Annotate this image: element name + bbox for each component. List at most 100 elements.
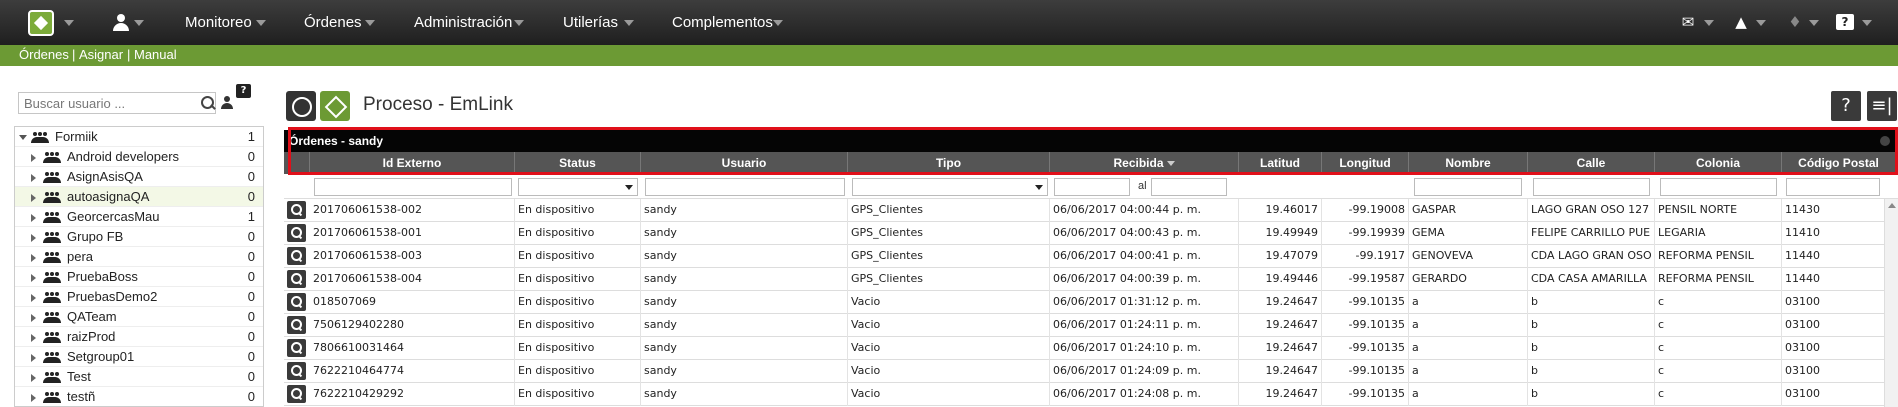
view-order-magnifier-icon[interactable] bbox=[287, 201, 306, 219]
tree-item[interactable]: Test 0 bbox=[15, 367, 263, 387]
tree-item[interactable]: Formiik 1 bbox=[15, 127, 263, 147]
view-order-magnifier-icon[interactable] bbox=[287, 270, 306, 288]
alert-icon[interactable]: ▲ bbox=[1732, 14, 1750, 30]
table-cell: 03100 bbox=[1782, 314, 1896, 337]
column-header[interactable]: Calle bbox=[1528, 152, 1655, 174]
column-header[interactable]: Usuario bbox=[641, 152, 848, 174]
expand-arrow-icon[interactable] bbox=[31, 354, 36, 362]
user-search-input[interactable] bbox=[19, 93, 189, 113]
tree-item[interactable]: Android developers 0 bbox=[15, 147, 263, 167]
column-header[interactable]: Recibida bbox=[1050, 152, 1239, 174]
filter-recibida-to-input[interactable] bbox=[1151, 178, 1227, 196]
filter-status-select[interactable] bbox=[518, 178, 638, 196]
tree-item[interactable]: PruebasDemo2 0 bbox=[15, 287, 263, 307]
table-row[interactable]: 7622210429292 En dispositivo sandy Vacio 06/… bbox=[284, 383, 1896, 406]
expand-arrow-icon[interactable] bbox=[31, 294, 36, 302]
column-header[interactable]: Longitud bbox=[1322, 152, 1409, 174]
expand-arrow-icon[interactable] bbox=[31, 394, 36, 402]
filter-calle-input[interactable] bbox=[1533, 178, 1650, 196]
app-logo-icon[interactable] bbox=[28, 10, 54, 36]
view-order-magnifier-icon[interactable] bbox=[287, 293, 306, 311]
tree-item[interactable]: Setgroup01 0 bbox=[15, 347, 263, 367]
nav-utilerias[interactable]: Utilerías bbox=[563, 0, 618, 45]
column-header[interactable]: Status bbox=[515, 152, 641, 174]
logo-chevron-down-icon[interactable] bbox=[64, 20, 74, 26]
help-button[interactable]: ? bbox=[1831, 91, 1861, 121]
column-header[interactable]: Id Externo bbox=[310, 152, 515, 174]
nav-administracion[interactable]: Administración bbox=[414, 0, 512, 45]
bell-icon[interactable]: ♦ bbox=[1786, 14, 1804, 30]
filter-colonia-input[interactable] bbox=[1660, 178, 1777, 196]
tree-item[interactable]: Grupo FB 0 bbox=[15, 227, 263, 247]
tree-scrollbar[interactable] bbox=[263, 127, 264, 407]
table-cell: En dispositivo bbox=[515, 222, 641, 245]
expand-arrow-icon[interactable] bbox=[31, 194, 36, 202]
tree-item[interactable]: AsignAsisQA 0 bbox=[15, 167, 263, 187]
grid-scrollbar[interactable] bbox=[1884, 199, 1898, 407]
search-icon[interactable] bbox=[200, 95, 216, 111]
table-row[interactable]: 7506129402280 En dispositivo sandy Vacio 06/… bbox=[284, 314, 1896, 337]
nav-monitoreo[interactable]: Monitoreo bbox=[185, 0, 252, 45]
user-chevron-down-icon[interactable] bbox=[134, 20, 144, 26]
table-row[interactable]: 201706061538-001 En dispositivo sandy GPS_C… bbox=[284, 222, 1896, 245]
table-cell: a bbox=[1409, 337, 1528, 360]
expand-arrow-icon[interactable] bbox=[31, 374, 36, 382]
cubes-icon bbox=[320, 91, 350, 121]
table-row[interactable]: 7806610031464 En dispositivo sandy Vacio 06/… bbox=[284, 337, 1896, 360]
nav-ordenes[interactable]: Órdenes bbox=[304, 0, 362, 45]
table-row[interactable]: 201706061538-004 En dispositivo sandy GPS_C… bbox=[284, 268, 1896, 291]
filter-tipo-select[interactable] bbox=[852, 178, 1048, 196]
tree-item[interactable]: QATeam 0 bbox=[15, 307, 263, 327]
filter-codigo-postal-input[interactable] bbox=[1786, 178, 1880, 196]
tree-item[interactable]: pera 0 bbox=[15, 247, 263, 267]
tree-item[interactable]: autoasignaQA 0 bbox=[15, 187, 263, 207]
subnav-ordenes-link[interactable]: Órdenes bbox=[19, 47, 69, 62]
view-order-magnifier-icon[interactable] bbox=[287, 247, 306, 265]
view-order-magnifier-icon[interactable] bbox=[287, 316, 306, 334]
tree-item[interactable]: PruebaBoss 0 bbox=[15, 267, 263, 287]
tree-item-label: testñ bbox=[67, 389, 96, 404]
filter-id-externo-input[interactable] bbox=[314, 178, 512, 196]
view-order-magnifier-icon[interactable] bbox=[287, 362, 306, 380]
view-order-magnifier-icon[interactable] bbox=[287, 224, 306, 242]
expand-arrow-icon[interactable] bbox=[31, 174, 36, 182]
column-header[interactable]: Colonia bbox=[1655, 152, 1782, 174]
column-header[interactable]: Tipo bbox=[848, 152, 1050, 174]
table-row[interactable]: 7622210464774 En dispositivo sandy Vacio 06/… bbox=[284, 360, 1896, 383]
view-order-magnifier-icon[interactable] bbox=[287, 339, 306, 357]
tree-item[interactable]: testñ 0 bbox=[15, 387, 263, 406]
table-cell: -99.10135 bbox=[1322, 337, 1409, 360]
expand-arrow-icon[interactable] bbox=[31, 254, 36, 262]
expand-arrow-icon[interactable] bbox=[31, 214, 36, 222]
filter-recibida-from-input[interactable] bbox=[1054, 178, 1130, 196]
nav-complementos[interactable]: Complementos bbox=[672, 0, 773, 45]
subnav-asignar-link[interactable]: Asignar bbox=[79, 47, 123, 62]
expand-arrow-icon[interactable] bbox=[31, 234, 36, 242]
expand-arrow-icon[interactable] bbox=[31, 314, 36, 322]
table-row[interactable]: 201706061538-002 En dispositivo sandy GPS_C… bbox=[284, 199, 1896, 222]
tree-item[interactable]: raizProd 0 bbox=[15, 327, 263, 347]
column-header[interactable]: Latitud bbox=[1239, 152, 1322, 174]
table-cell: 018507069 bbox=[310, 291, 515, 314]
table-cell: 06/06/2017 01:24:10 p. m. bbox=[1050, 337, 1239, 360]
filter-usuario-input[interactable] bbox=[645, 178, 845, 196]
column-header[interactable]: Nombre bbox=[1409, 152, 1528, 174]
filter-nombre-input[interactable] bbox=[1414, 178, 1522, 196]
column-header[interactable]: Código Postal bbox=[1782, 152, 1896, 174]
subnav-manual-link[interactable]: Manual bbox=[134, 47, 177, 62]
sidebar-help-icon[interactable]: ? bbox=[236, 84, 251, 98]
table-row[interactable]: 201706061538-003 En dispositivo sandy GPS_C… bbox=[284, 245, 1896, 268]
help-icon[interactable]: ? bbox=[1836, 14, 1854, 30]
expand-arrow-icon[interactable] bbox=[31, 334, 36, 342]
expand-arrow-icon[interactable] bbox=[31, 154, 36, 162]
expanded-arrow-icon[interactable] bbox=[19, 135, 27, 140]
tree-item[interactable]: GeorcercasMau 1 bbox=[15, 207, 263, 227]
menu-button[interactable]: ≡| bbox=[1867, 91, 1897, 121]
table-row[interactable]: 018507069 En dispositivo sandy Vacio 06/06/2… bbox=[284, 291, 1896, 314]
mail-icon[interactable]: ✉ bbox=[1679, 14, 1697, 30]
collapse-icon[interactable] bbox=[1880, 136, 1890, 146]
user-icon[interactable] bbox=[112, 14, 130, 32]
expand-arrow-icon[interactable] bbox=[31, 274, 36, 282]
view-order-magnifier-icon[interactable] bbox=[287, 385, 306, 403]
user-filter-icon[interactable] bbox=[220, 95, 234, 111]
